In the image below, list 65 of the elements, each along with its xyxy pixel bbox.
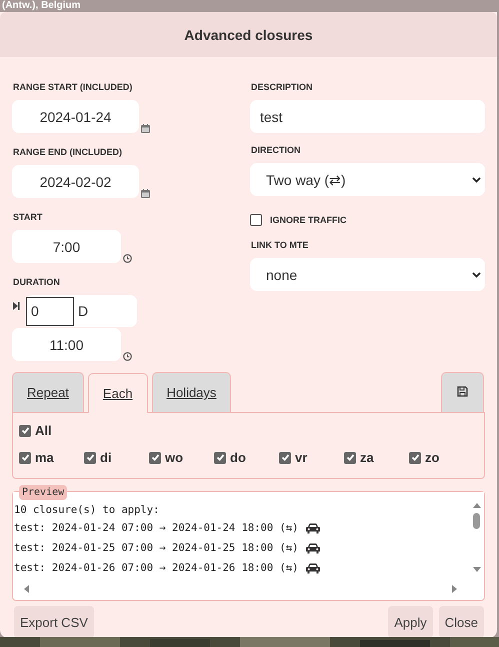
save-button[interactable] — [441, 372, 484, 412]
dialog-title: Advanced closures — [184, 26, 313, 42]
description-field[interactable]: test — [250, 100, 485, 133]
checkbox-label: za — [360, 450, 374, 465]
clock-icon[interactable] — [123, 254, 132, 263]
field-label: RANGE START (INCLUDED) — [13, 82, 132, 93]
chevron-icon — [472, 272, 481, 278]
preview-line: 10 closure(s) to apply: — [14, 504, 160, 516]
scroll-left-icon[interactable] — [23, 584, 29, 592]
checkbox[interactable] — [19, 424, 31, 436]
checkbox[interactable] — [149, 452, 161, 464]
car-icon — [306, 522, 320, 534]
apply-button[interactable]: Apply — [388, 606, 433, 638]
chevron-icon — [472, 176, 481, 182]
scroll-right-icon[interactable] — [452, 584, 458, 592]
checkbox[interactable] — [250, 214, 262, 226]
time-field[interactable]: 11:00 — [12, 328, 121, 361]
location-text: (Antw.), Belgium — [2, 0, 81, 12]
car-icon — [306, 542, 320, 554]
checkbox[interactable] — [409, 452, 421, 464]
checkbox-label: di — [100, 450, 112, 465]
unit-text: D — [78, 303, 88, 319]
checkbox-label: IGNORE TRAFFIC — [270, 214, 346, 226]
close-button[interactable]: Close — [438, 606, 484, 638]
checkbox[interactable] — [279, 452, 291, 464]
checkbox-label: zo — [425, 450, 440, 465]
time-field[interactable]: 7:00 — [12, 230, 121, 263]
tab[interactable]: Repeat — [12, 372, 84, 412]
field-label: LINK TO MTE — [251, 240, 308, 251]
skip-icon — [13, 302, 20, 310]
field-label: START — [13, 212, 42, 223]
direction-select[interactable]: Two way (⇄) — [250, 163, 485, 196]
checkbox[interactable] — [214, 452, 226, 464]
checkbox[interactable] — [344, 452, 356, 464]
clock-icon[interactable] — [123, 352, 132, 361]
scroll-down-icon[interactable] — [472, 567, 480, 573]
preview-line: test: 2024-01-25 07:00 → 2024-01-25 18:00 (⇆) — [14, 542, 298, 554]
car-icon — [306, 562, 320, 574]
save-icon — [457, 386, 468, 397]
date-field[interactable]: 2024-01-24 — [12, 100, 139, 133]
tab[interactable]: Each — [88, 373, 148, 413]
checkbox-label: do — [230, 450, 246, 465]
field-label: DESCRIPTION — [251, 82, 313, 93]
scrollbar-thumb[interactable] — [473, 513, 480, 529]
checkbox-label: wo — [165, 450, 184, 465]
field-label: DIRECTION — [251, 145, 300, 156]
link-select[interactable]: none — [250, 258, 485, 291]
field-label: RANGE END (INCLUDED) — [13, 147, 122, 158]
checkbox[interactable] — [19, 452, 31, 464]
preview-line: test: 2024-01-26 07:00 → 2024-01-26 18:00 (⇆) — [14, 562, 298, 574]
export-button[interactable]: Export CSV — [14, 606, 94, 638]
checkbox-label: All — [35, 423, 52, 438]
calendar-icon[interactable] — [141, 124, 150, 133]
preview-label: Preview — [19, 485, 68, 500]
checkbox-label: ma — [35, 450, 54, 465]
tab[interactable]: Holidays — [152, 372, 232, 412]
checkbox[interactable] — [84, 452, 96, 464]
checkbox-label: vr — [295, 450, 308, 465]
days-input[interactable]: 0 — [26, 296, 74, 326]
date-field[interactable]: 2024-02-02 — [12, 165, 139, 198]
calendar-icon[interactable] — [141, 189, 150, 198]
scroll-up-icon[interactable] — [472, 502, 480, 508]
duration-field[interactable]: 0 D — [26, 295, 137, 327]
preview-line: test: 2024-01-24 07:00 → 2024-01-24 18:00 (⇆) — [14, 522, 298, 534]
field-label: DURATION — [13, 277, 60, 288]
